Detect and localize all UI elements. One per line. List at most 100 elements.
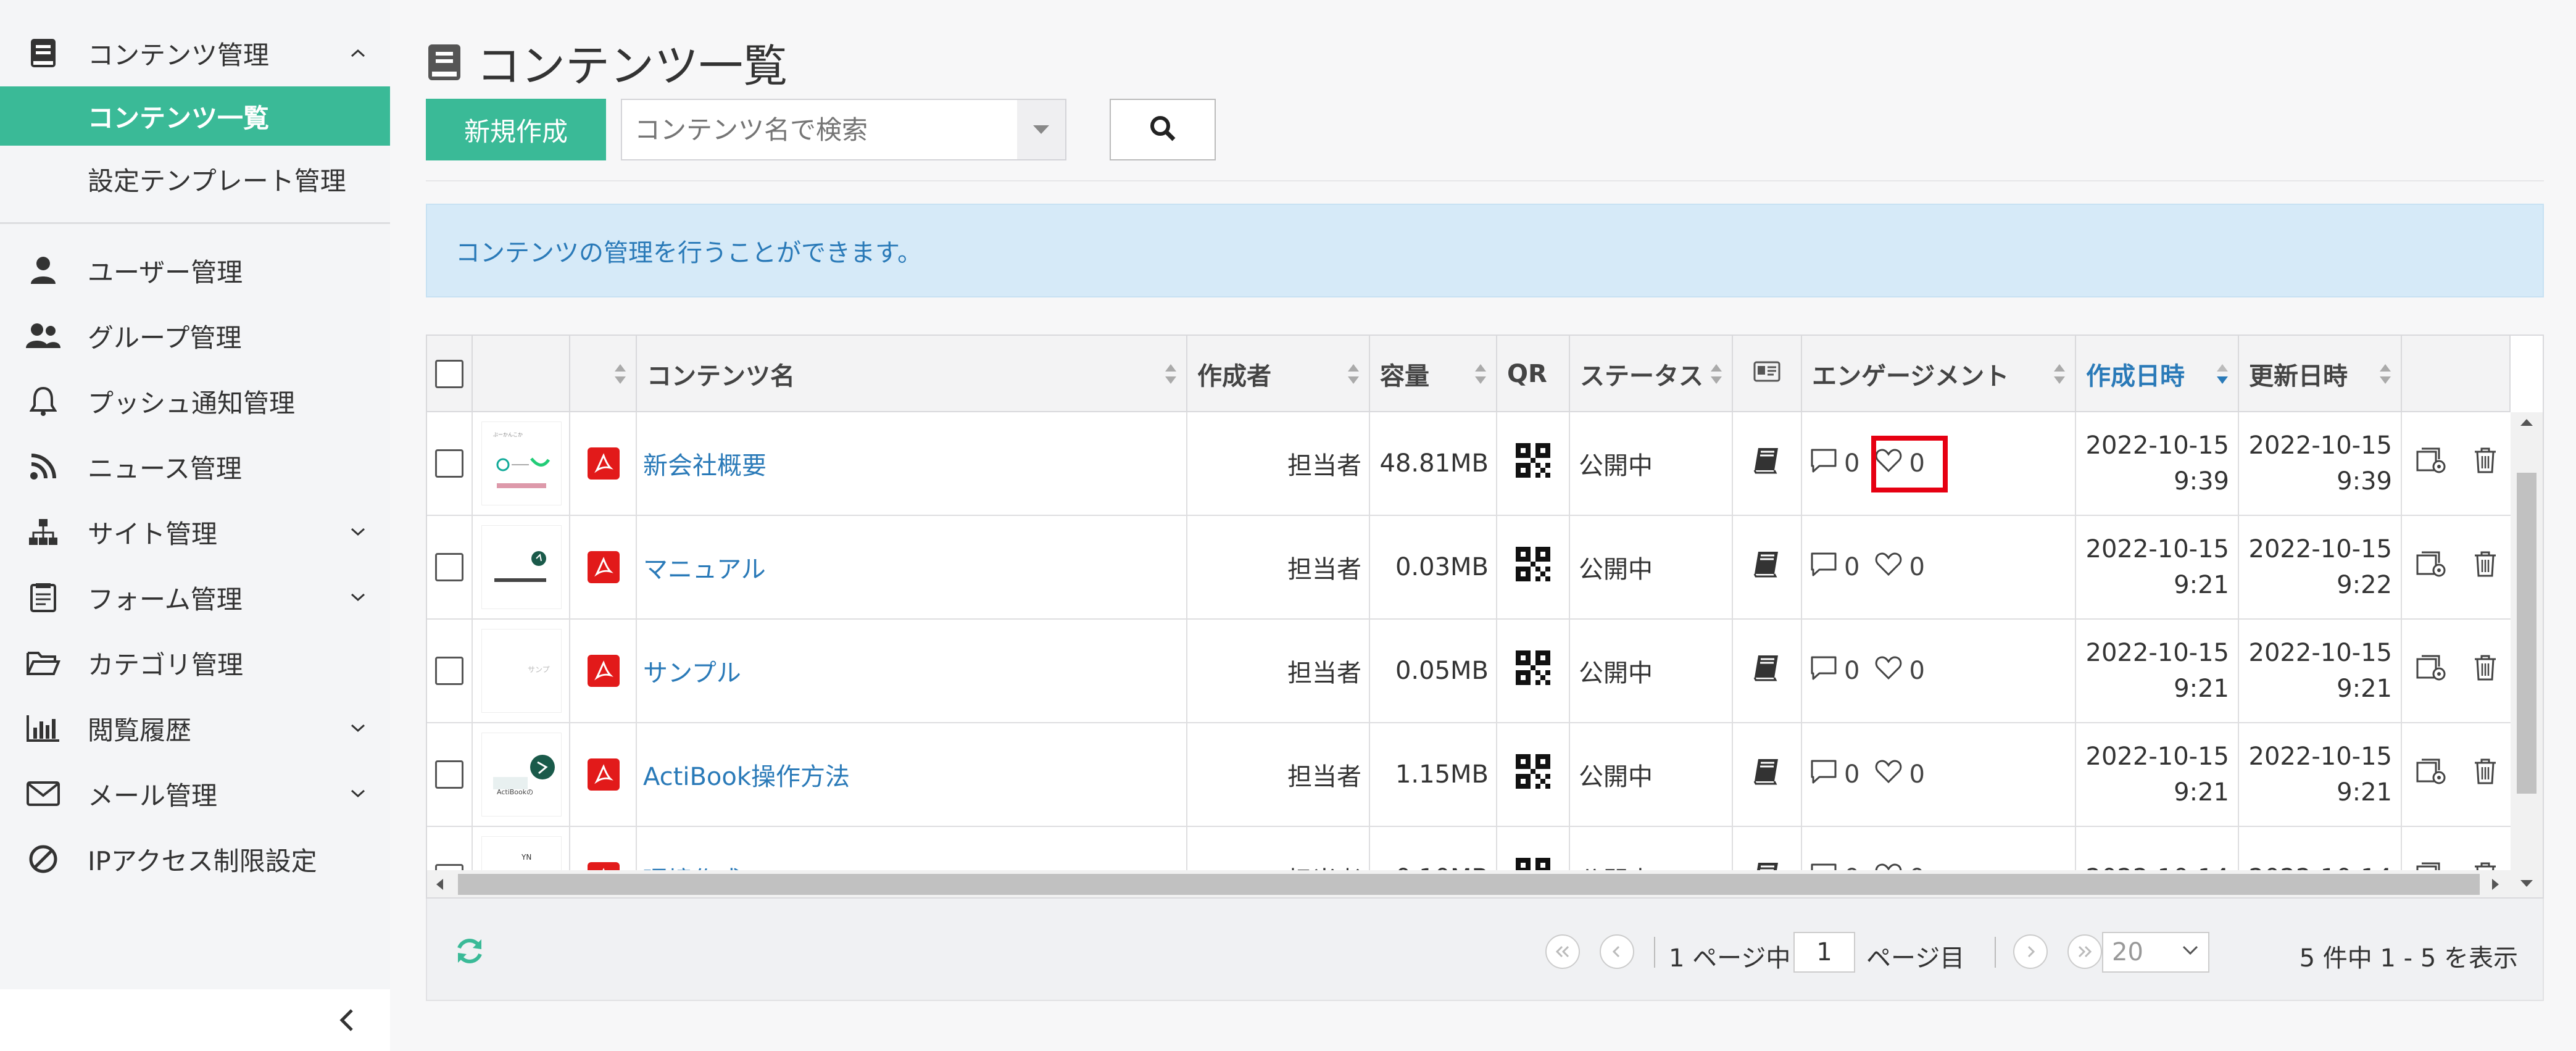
sidebar-item-push[interactable]: プッシュ通知管理 (0, 372, 390, 431)
chevron-up-icon[interactable] (346, 41, 370, 65)
scroll-right-icon[interactable] (2491, 878, 2501, 891)
copy-settings-icon[interactable] (2416, 758, 2446, 791)
header-created[interactable]: 作成日時 (2076, 336, 2239, 412)
scroll-left-icon[interactable] (434, 878, 444, 891)
author-cell: 担当者 (1187, 412, 1370, 515)
trash-icon[interactable] (2473, 757, 2498, 792)
content-name-link[interactable]: サンプル (643, 653, 741, 689)
content-thumbnail[interactable]: ぶーかんこか (481, 422, 562, 505)
sidebar-collapse-bar[interactable] (0, 989, 390, 1051)
horizontal-scrollbar[interactable] (427, 870, 2511, 897)
first-page-button[interactable] (1545, 934, 1580, 969)
row-checkbox[interactable] (435, 657, 463, 685)
content-name-link[interactable]: 新会社概要 (643, 446, 767, 481)
refresh-icon[interactable] (454, 936, 485, 969)
sidebar-item-template[interactable]: 設定テンプレート管理 (0, 149, 390, 209)
header-status[interactable]: ステータス (1570, 336, 1733, 412)
sidebar-item-content-list[interactable]: コンテンツ一覧 (0, 86, 390, 146)
heart-icon (1874, 758, 1903, 791)
svg-text:ぶーかんこか: ぶーかんこか (493, 432, 523, 438)
svg-text:ActiBookの: ActiBookの (497, 788, 533, 796)
search-input[interactable] (622, 102, 1017, 157)
content-thumbnail[interactable] (481, 525, 562, 609)
content-name-link[interactable]: ActiBook操作方法 (643, 757, 850, 792)
comment-count-group[interactable]: 0 (1809, 551, 1859, 583)
comment-count-group[interactable]: 0 (1809, 447, 1859, 480)
chevron-down-icon[interactable] (346, 716, 370, 741)
scroll-up-icon[interactable] (2519, 417, 2534, 427)
book-icon[interactable] (1752, 549, 1782, 585)
like-count-group[interactable]: 0 (1874, 758, 1925, 791)
form-icon (23, 578, 63, 617)
content-table: コンテンツ名 作成者 容量 QR ステータス エンゲージメント 作成日時 更新日… (426, 334, 2544, 899)
copy-settings-icon[interactable] (2416, 654, 2446, 688)
created-cell: 2022-10-15 9:21 (2076, 620, 2239, 722)
row-checkbox-cell (427, 412, 473, 515)
sidebar-item-form[interactable]: フォーム管理 (0, 568, 390, 627)
header-author[interactable]: 作成者 (1187, 336, 1370, 412)
sidebar-item-ip[interactable]: IPアクセス制限設定 (0, 829, 390, 889)
header-updated[interactable]: 更新日時 (2239, 336, 2402, 412)
sidebar-item-contents[interactable]: コンテンツ管理 (0, 23, 390, 83)
new-content-button[interactable]: 新規作成 (426, 99, 606, 160)
chevron-down-icon[interactable] (346, 520, 370, 544)
sidebar-item-site[interactable]: サイト管理 (0, 502, 390, 562)
content-thumbnail[interactable]: サンプ (481, 629, 562, 713)
chevron-down-icon[interactable] (346, 781, 370, 806)
row-checkbox[interactable] (435, 760, 463, 789)
scrollbar-thumb[interactable] (2517, 473, 2537, 794)
qr-code-icon[interactable] (1516, 650, 1550, 691)
select-all-checkbox[interactable] (435, 360, 463, 388)
book-icon[interactable] (1752, 446, 1782, 481)
last-page-button[interactable] (2067, 934, 2102, 969)
header-size[interactable]: 容量 (1370, 336, 1497, 412)
search-dropdown-toggle[interactable] (1017, 100, 1065, 159)
content-name-link[interactable]: マニュアル (643, 549, 766, 585)
header-type[interactable] (570, 336, 637, 412)
created-time: 9:39 (2174, 467, 2229, 496)
comment-count-group[interactable]: 0 (1809, 758, 1859, 791)
sidebar-item-history[interactable]: 閲覧履歴 (0, 699, 390, 758)
qr-code-icon[interactable] (1516, 443, 1550, 484)
status-text: 公開中 (1579, 555, 1653, 584)
created-time: 9:21 (2174, 778, 2229, 807)
comment-count-group[interactable]: 0 (1809, 655, 1859, 687)
vertical-scrollbar[interactable] (2511, 412, 2543, 897)
content-thumbnail[interactable]: ActiBookの (481, 733, 562, 816)
sidebar-item-news[interactable]: ニュース管理 (0, 437, 390, 496)
row-checkbox[interactable] (435, 449, 463, 478)
trash-icon[interactable] (2473, 446, 2498, 481)
qr-code-icon[interactable] (1516, 754, 1550, 795)
like-count-group[interactable]: 0 (1874, 551, 1925, 583)
like-count-group[interactable]: 0 (1874, 655, 1925, 687)
next-page-button[interactable] (2013, 934, 2048, 969)
sidebar-item-label: 閲覧履歴 (88, 715, 192, 746)
copy-settings-icon[interactable] (2416, 447, 2446, 480)
chevron-down-icon[interactable] (346, 585, 370, 610)
trash-icon[interactable] (2473, 654, 2498, 688)
book-icon[interactable] (1752, 757, 1782, 792)
per-page-select[interactable]: 20 (2102, 932, 2209, 973)
trash-icon[interactable] (2473, 550, 2498, 584)
scroll-down-icon[interactable] (2519, 879, 2534, 889)
page-title: コンテンツ一覧 (427, 30, 787, 94)
svg-text:サンプ: サンプ (528, 665, 550, 674)
chevron-left-icon[interactable] (333, 1007, 360, 1034)
page-number-input[interactable]: 1 (1793, 932, 1855, 973)
header-engagement[interactable]: エンゲージメント (1802, 336, 2076, 412)
scrollbar-thumb[interactable] (458, 874, 2480, 895)
sidebar-item-mail[interactable]: メール管理 (0, 764, 390, 823)
qr-code-icon[interactable] (1516, 547, 1550, 588)
prev-page-button[interactable] (1600, 934, 1634, 969)
updated-cell: 2022-10-15 9:21 (2239, 723, 2402, 826)
header-name[interactable]: コンテンツ名 (637, 336, 1187, 412)
thumbnail-cell: ActiBookの (473, 723, 570, 826)
sidebar-item-groups[interactable]: グループ管理 (0, 306, 390, 365)
search-button[interactable] (1110, 99, 1216, 160)
copy-settings-icon[interactable] (2416, 550, 2446, 584)
sidebar-item-category[interactable]: カテゴリ管理 (0, 633, 390, 692)
sidebar-item-users[interactable]: ユーザー管理 (0, 241, 390, 300)
book-icon[interactable] (1752, 653, 1782, 689)
created-date: 2022-10-15 (2085, 742, 2229, 771)
row-checkbox[interactable] (435, 553, 463, 581)
